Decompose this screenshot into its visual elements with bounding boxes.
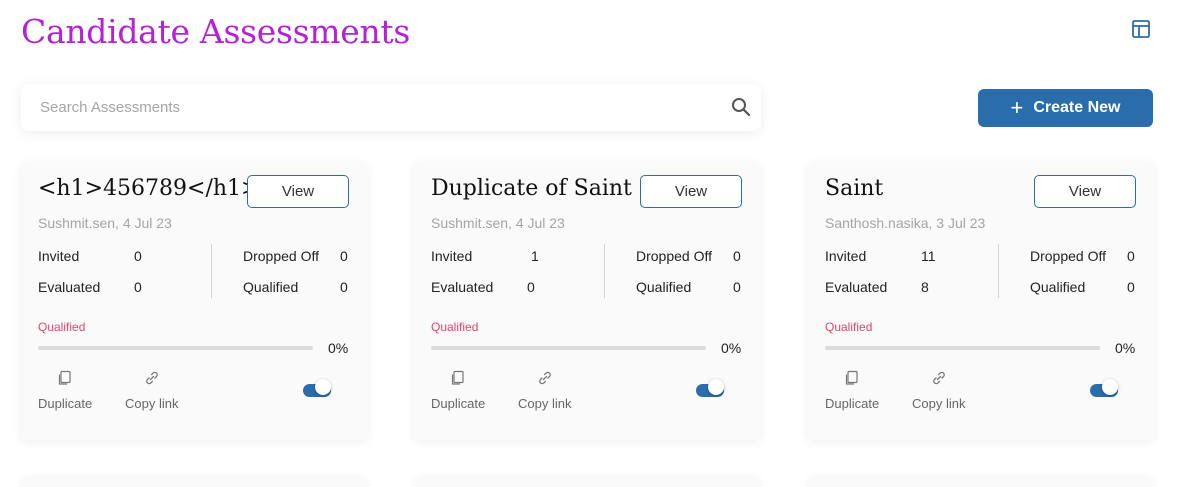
card-meta: Sushmit.sen, 4 Jul 23 [38,215,172,231]
qualified-progress-bar [38,346,313,350]
qualified-progress-label: Qualified [38,320,86,334]
dropped-off-value: 0 [1127,248,1135,264]
evaluated-label: Evaluated [38,279,101,295]
create-new-button[interactable]: + Create New [978,89,1153,127]
active-toggle[interactable] [1090,379,1120,398]
qualified-value: 0 [1127,279,1135,295]
qualified-value: 0 [733,279,741,295]
copy-icon [451,370,464,385]
card-title: Duplicate of Saint [431,176,632,201]
dropped-off-label: Dropped Off [636,248,713,264]
stats-divider [998,244,999,298]
search-icon[interactable] [731,97,751,117]
duplicate-button[interactable]: Duplicate [38,370,92,411]
card-title: <h1>456789</h1> [38,176,253,201]
create-new-label: Create New [1033,99,1121,116]
duplicate-button[interactable]: Duplicate [431,370,485,411]
copy-link-label: Copy link [125,396,179,411]
active-toggle[interactable] [696,379,726,398]
invited-value: 0 [134,248,142,264]
view-button[interactable]: View [1034,175,1136,208]
dropped-off-label: Dropped Off [1030,248,1107,264]
view-button[interactable]: View [247,175,349,208]
search-box [21,84,761,131]
copy-link-label: Copy link [912,396,966,411]
invited-value: 1 [531,248,539,264]
page-title: Candidate Assessments [21,12,411,51]
evaluated-label: Evaluated [825,279,888,295]
assessment-card-partial [21,478,367,487]
qualified-label: Qualified [1030,279,1086,295]
link-icon [145,371,158,385]
qualified-percent: 0% [721,340,742,356]
dropped-off-value: 0 [340,248,348,264]
stats-divider [604,244,605,298]
assessment-card-partial [414,478,760,487]
assessment-card: <h1>456789</h1> View Sushmit.sen, 4 Jul … [21,162,367,440]
plus-icon: + [1010,95,1024,120]
qualified-label: Qualified [243,279,299,295]
assessment-card-partial [808,478,1154,487]
qualified-progress-label: Qualified [431,320,479,334]
link-icon [932,371,945,385]
assessment-card: Saint View Santhosh.nasika, 3 Jul 23 Inv… [808,162,1154,440]
layout-grid-icon[interactable] [1131,19,1151,39]
copy-link-label: Copy link [518,396,572,411]
card-title: Saint [825,176,884,201]
invited-value: 11 [921,248,936,264]
invited-label: Invited [431,248,473,264]
qualified-percent: 0% [1115,340,1136,356]
copy-icon [58,370,71,385]
copy-link-button[interactable]: Copy link [518,370,571,411]
qualified-progress-bar [431,346,706,350]
dropped-off-label: Dropped Off [243,248,320,264]
card-meta: Sushmit.sen, 4 Jul 23 [431,215,565,231]
duplicate-label: Duplicate [38,396,93,411]
qualified-value: 0 [340,279,348,295]
qualified-percent: 0% [328,340,349,356]
card-meta: Santhosh.nasika, 3 Jul 23 [825,215,986,231]
qualified-progress-label: Qualified [825,320,873,334]
active-toggle[interactable] [303,379,333,398]
assessment-card: Duplicate of Saint View Sushmit.sen, 4 J… [414,162,760,440]
evaluated-value: 0 [527,279,535,295]
link-icon [538,371,551,385]
stats-divider [211,244,212,298]
search-input[interactable] [21,84,721,131]
qualified-progress-bar [825,346,1100,350]
copy-link-button[interactable]: Copy link [125,370,178,411]
dropped-off-value: 0 [733,248,741,264]
duplicate-label: Duplicate [431,396,486,411]
duplicate-button[interactable]: Duplicate [825,370,879,411]
evaluated-label: Evaluated [431,279,494,295]
copy-link-button[interactable]: Copy link [912,370,965,411]
invited-label: Invited [38,248,80,264]
invited-label: Invited [825,248,867,264]
view-button[interactable]: View [640,175,742,208]
qualified-label: Qualified [636,279,692,295]
evaluated-value: 8 [921,279,929,295]
copy-icon [845,370,858,385]
evaluated-value: 0 [134,279,142,295]
duplicate-label: Duplicate [825,396,880,411]
